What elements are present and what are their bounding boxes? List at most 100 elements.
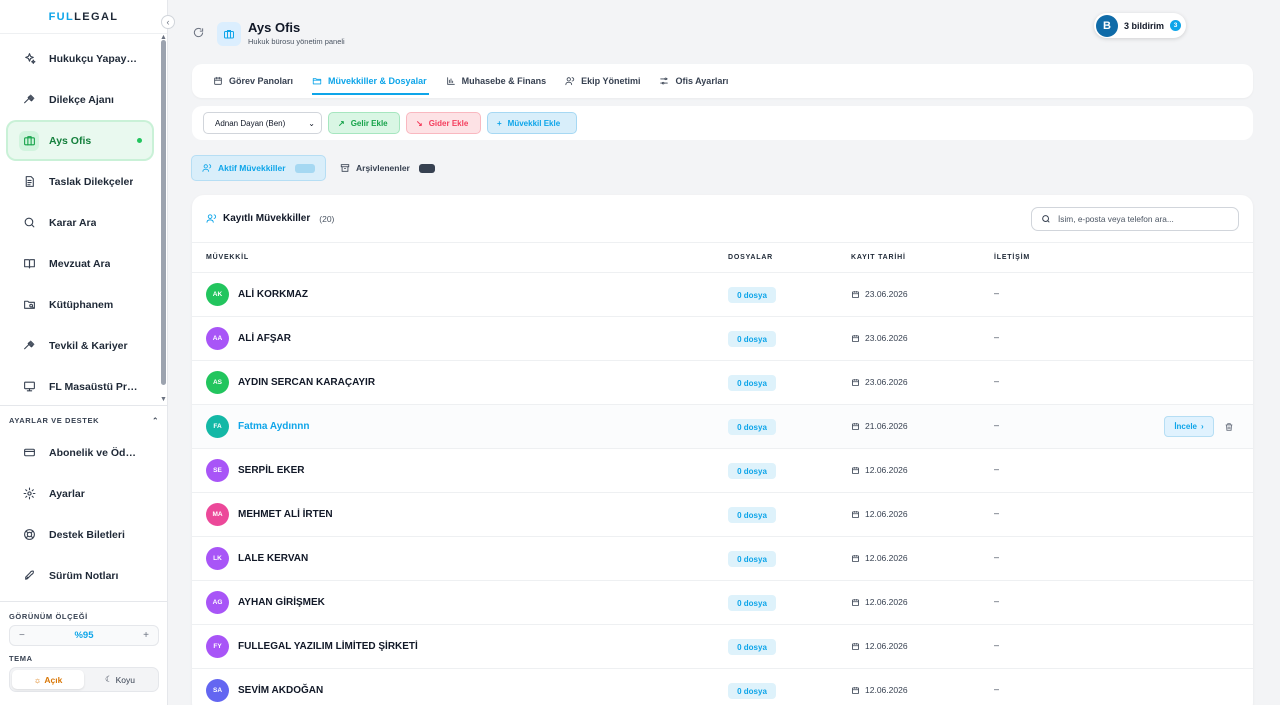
sidebar-item-dilek-e-ajan-[interactable]: Dilekçe Ajanı <box>8 81 152 118</box>
tab-active-clients[interactable]: Aktif Müvekkiller <box>191 155 326 181</box>
date-text: 12.06.2026 <box>865 553 908 563</box>
files-badge[interactable]: 0 dosya <box>728 507 776 523</box>
lifebuoy-icon <box>19 525 39 545</box>
table-row[interactable]: MA MEHMET ALİ İRTEN 0 dosya 12.06.2026 – <box>192 493 1253 537</box>
sidebar-item-k-t-phanem[interactable]: Kütüphanem <box>8 286 152 323</box>
page-scrollbar[interactable] <box>1270 0 1280 705</box>
files-badge[interactable]: 0 dosya <box>728 463 776 479</box>
table-row[interactable]: LK LALE KERVAN 0 dosya 12.06.2026 – <box>192 537 1253 581</box>
theme-title: TEMA <box>9 654 33 663</box>
client-name[interactable]: FULLEGAL YAZILIM LİMİTED ŞİRKETİ <box>238 641 418 652</box>
client-name[interactable]: LALE KERVAN <box>238 553 308 564</box>
add-client-button[interactable]: + Müvekkil Ekle <box>487 112 577 134</box>
add-expense-label: Gider Ekle <box>428 118 469 128</box>
trash-icon[interactable] <box>1224 419 1234 437</box>
files-badge[interactable]: 0 dosya <box>728 287 776 303</box>
search-icon <box>19 213 39 233</box>
client-name[interactable]: ALİ KORKMAZ <box>238 289 308 300</box>
notifications-button[interactable]: B 3 bildirim 3 <box>1094 13 1186 38</box>
add-income-button[interactable]: ↗ Gelir Ekle <box>328 112 400 134</box>
calendar-icon <box>852 422 859 430</box>
registration-date: 23.06.2026 <box>851 333 908 343</box>
contact-info: – <box>994 684 1000 694</box>
registration-date: 12.06.2026 <box>851 465 908 475</box>
table-row[interactable]: AK ALİ KORKMAZ 0 dosya 23.06.2026 – <box>192 273 1253 317</box>
sidebar-item-hukuk-u-yapay-zeka[interactable]: Hukukçu Yapay Zeka <box>8 40 152 77</box>
scroll-down-arrow[interactable]: ▼ <box>160 396 167 403</box>
files-badge[interactable]: 0 dosya <box>728 595 776 611</box>
client-name[interactable]: ALİ AFŞAR <box>238 333 291 344</box>
refresh-icon[interactable] <box>193 27 204 41</box>
sidebar: FULLEGAL ▲ ▼ Hukukçu Yapay ZekaDilekçe A… <box>0 0 168 705</box>
client-name[interactable]: SEVİM AKDOĞAN <box>238 685 323 696</box>
main-content: Ays Ofis Hukuk bürosu yönetim paneli B 3… <box>168 0 1270 705</box>
files-badge[interactable]: 0 dosya <box>728 419 776 435</box>
rocket-icon <box>19 566 39 586</box>
table-row[interactable]: FA Fatma Aydınnn 0 dosya 21.06.2026 – İncele › <box>192 405 1253 449</box>
credit-card-icon <box>19 443 39 463</box>
sidebar-item-destek-biletleri[interactable]: Destek Biletleri <box>8 516 152 553</box>
files-badge[interactable]: 0 dosya <box>728 375 776 391</box>
sidebar-item-abonelik-ve-demeler[interactable]: Abonelik ve Ödemeler <box>8 434 152 471</box>
sidebar-item-label: Mevzuat Ara <box>49 257 111 270</box>
inspect-button[interactable]: İncele › <box>1164 416 1214 437</box>
avatar: AG <box>206 591 229 614</box>
theme-dark-button[interactable]: ☾ Koyu <box>84 670 156 689</box>
tab-archived[interactable]: Arşivlenenler <box>330 155 445 181</box>
archive-icon <box>340 164 350 172</box>
minus-icon[interactable]: − <box>19 630 25 641</box>
plus-icon[interactable]: + <box>143 630 149 641</box>
contact-info: – <box>994 552 1000 562</box>
active-indicator <box>137 138 142 143</box>
theme-light-button[interactable]: ☼ Açık <box>12 670 84 689</box>
search-input[interactable]: İsim, e-posta veya telefon ara... <box>1031 207 1239 231</box>
files-badge[interactable]: 0 dosya <box>728 683 776 699</box>
sidebar-item-taslak-dilek-eler[interactable]: Taslak Dilekçeler <box>8 163 152 200</box>
sidebar-item-karar-ara[interactable]: Karar Ara <box>8 204 152 241</box>
sidebar-scrollbar[interactable] <box>161 40 166 385</box>
files-badge[interactable]: 0 dosya <box>728 639 776 655</box>
calendar-icon <box>852 686 859 694</box>
sidebar-item-ays-ofis[interactable]: Ays Ofis <box>8 122 152 159</box>
moon-icon: ☾ <box>105 674 113 684</box>
sliders-icon <box>659 76 675 86</box>
user-select[interactable]: Adnan Dayan (Ben) ⌄ <box>203 112 322 134</box>
brand-logo[interactable]: FUL LEGAL <box>0 0 167 34</box>
client-name[interactable]: Fatma Aydınnn <box>238 421 309 432</box>
users-icon <box>206 214 217 223</box>
table-row[interactable]: AA ALİ AFŞAR 0 dosya 23.06.2026 – <box>192 317 1253 361</box>
client-name[interactable]: AYDIN SERCAN KARAÇAYIR <box>238 377 375 388</box>
table-row[interactable]: AS AYDIN SERCAN KARAÇAYIR 0 dosya 23.06.202… <box>192 361 1253 405</box>
calendar-icon <box>852 466 859 474</box>
table-header: MÜVEKKİL DOSYALAR KAYIT TARİHİ İLETİŞİM <box>192 243 1253 273</box>
sidebar-item-s-r-m-notlar-[interactable]: Sürüm Notları <box>8 557 152 594</box>
sidebar-item-mevzuat-ara[interactable]: Mevzuat Ara <box>8 245 152 282</box>
collapse-sidebar-button[interactable]: ‹ <box>161 15 175 29</box>
table-row[interactable]: AG AYHAN GİRİŞMEK 0 dosya 12.06.2026 – <box>192 581 1253 625</box>
sidebar-item-tevkil-kariyer[interactable]: Tevkil & Kariyer <box>8 327 152 364</box>
client-name[interactable]: SERPİL EKER <box>238 465 305 476</box>
date-text: 12.06.2026 <box>865 685 908 695</box>
tab-1[interactable]: Müvekkiller & Dosyalar <box>312 64 429 98</box>
table-row[interactable]: SE SERPİL EKER 0 dosya 12.06.2026 – <box>192 449 1253 493</box>
files-badge[interactable]: 0 dosya <box>728 551 776 567</box>
column-date: KAYIT TARİHİ <box>851 254 906 261</box>
sidebar-item-fl-masa-st-program-[interactable]: FL Masaüstü Programı <box>8 368 152 405</box>
document-icon <box>19 172 39 192</box>
clients-card: Kayıtlı Müvekkiller (20) İsim, e-posta v… <box>192 195 1253 705</box>
client-name[interactable]: AYHAN GİRİŞMEK <box>238 597 325 608</box>
book-icon <box>19 254 39 274</box>
add-expense-button[interactable]: ↘ Gider Ekle <box>406 112 481 134</box>
date-text: 12.06.2026 <box>865 509 908 519</box>
tab-4[interactable]: Ofis Ayarları <box>659 64 728 98</box>
tab-2[interactable]: Muhasebe & Finans <box>446 64 546 98</box>
sidebar-item-ayarlar[interactable]: Ayarlar <box>8 475 152 512</box>
tab-3[interactable]: Ekip Yönetimi <box>565 64 640 98</box>
client-name[interactable]: MEHMET ALİ İRTEN <box>238 509 333 520</box>
gear-icon <box>19 484 39 504</box>
settings-section-title[interactable]: AYARLAR VE DESTEK ⌃ <box>9 416 159 425</box>
table-row[interactable]: FY FULLEGAL YAZILIM LİMİTED ŞİRKETİ 0 dosy… <box>192 625 1253 669</box>
tab-0[interactable]: Görev Panoları <box>213 64 293 98</box>
table-row[interactable]: SA SEVİM AKDOĞAN 0 dosya 12.06.2026 – <box>192 669 1253 705</box>
files-badge[interactable]: 0 dosya <box>728 331 776 347</box>
